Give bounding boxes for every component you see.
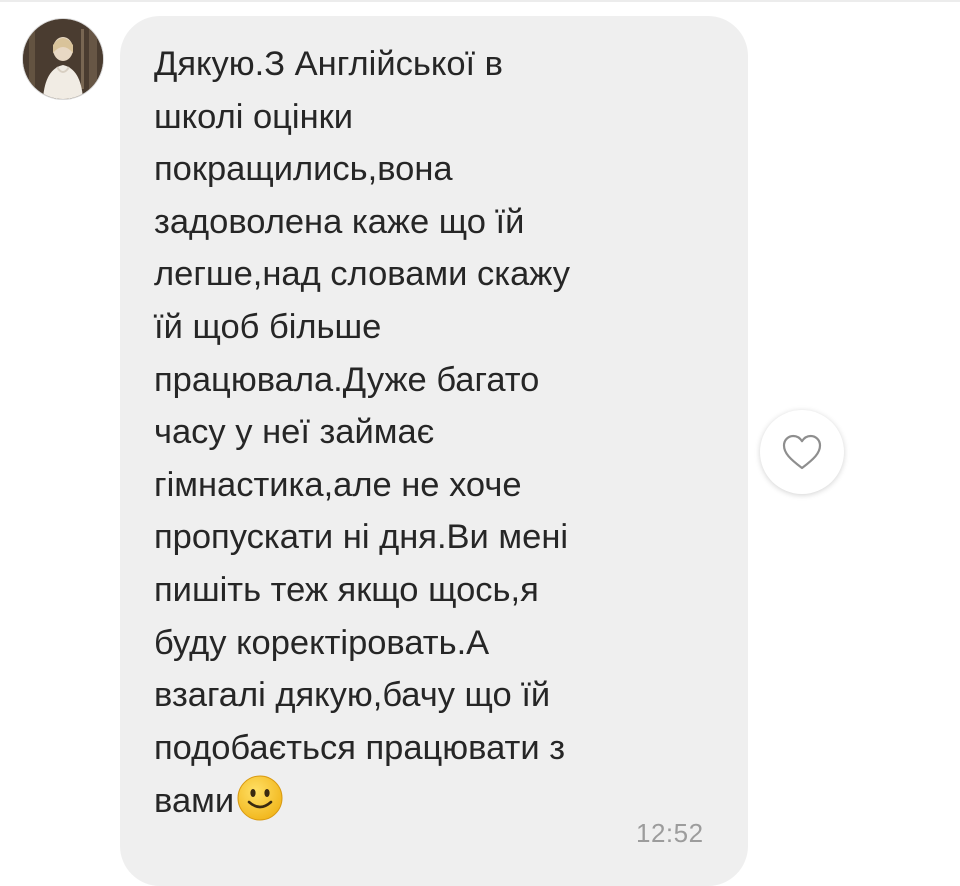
- message-body: Дякую.З Англійської в школі оцінки покра…: [154, 45, 570, 821]
- slightly-smiling-face-icon: [236, 774, 284, 822]
- avatar-photo: [23, 19, 103, 99]
- avatar[interactable]: [23, 19, 103, 99]
- heart-icon: [782, 434, 822, 470]
- top-divider: [0, 0, 960, 2]
- message-text: Дякую.З Англійської в школі оцінки покра…: [154, 38, 714, 828]
- like-button[interactable]: [760, 410, 844, 494]
- message-timestamp: 12:52: [636, 818, 704, 848]
